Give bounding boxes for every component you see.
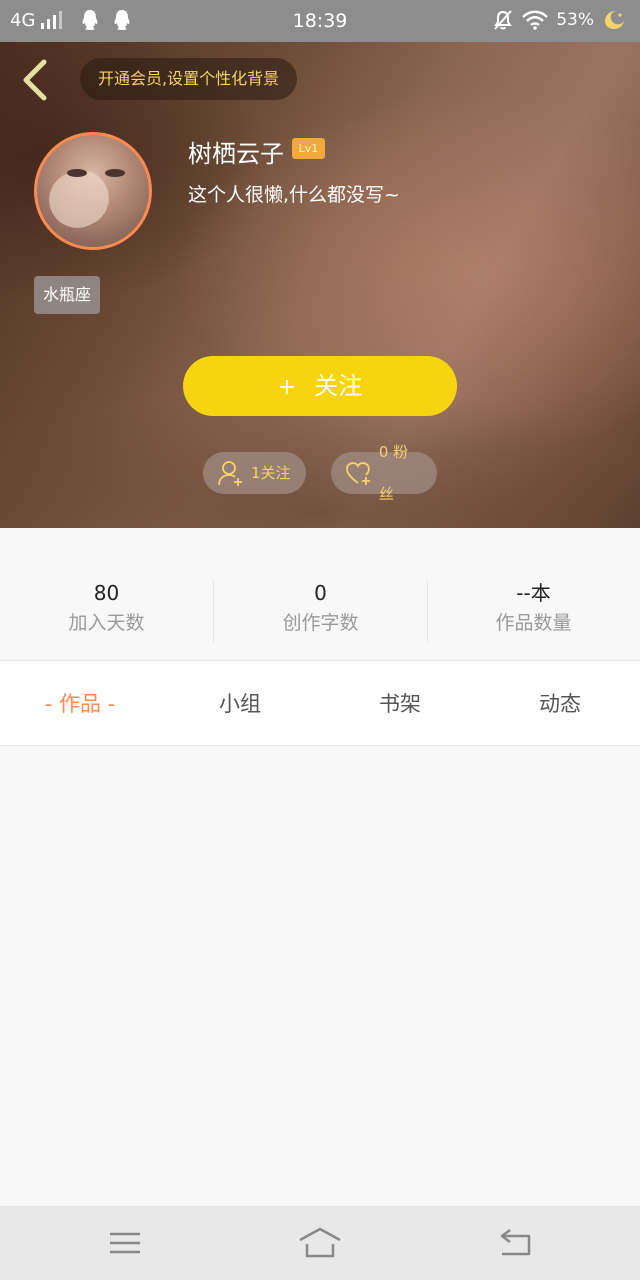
moon-icon bbox=[605, 11, 624, 29]
silent-bell-icon bbox=[494, 10, 513, 30]
bio-text: 这个人很懒,什么都没写~ bbox=[188, 184, 400, 206]
back-arrow-icon[interactable] bbox=[18, 58, 50, 102]
tab-content-area bbox=[0, 746, 640, 1206]
back-nav-icon[interactable] bbox=[496, 1226, 536, 1260]
avatar-eye bbox=[105, 169, 125, 177]
status-right: 53% bbox=[492, 9, 626, 31]
follow-label: 关注 bbox=[314, 372, 363, 400]
stat-label: 创作字数 bbox=[282, 612, 359, 634]
fans-button[interactable]: 0 粉丝 bbox=[331, 443, 437, 503]
username: 树栖云子 bbox=[188, 140, 284, 168]
status-bar: 4G 18:39 53% bbox=[0, 0, 640, 42]
stat-label: 加入天数 bbox=[68, 612, 145, 634]
following-button[interactable]: 1关注 bbox=[203, 452, 306, 494]
zodiac-tag: 水瓶座 bbox=[34, 276, 101, 314]
stat-value: 0 bbox=[314, 581, 327, 605]
stat-value: 80 bbox=[93, 581, 120, 605]
menu-icon[interactable] bbox=[105, 1226, 145, 1260]
wifi-icon bbox=[522, 10, 549, 30]
system-nav-bar bbox=[0, 1206, 640, 1280]
tab-groups[interactable]: 小组 bbox=[160, 661, 320, 747]
fans-count: 0 粉丝 bbox=[378, 443, 409, 503]
level-badge: Lv1 bbox=[292, 138, 325, 159]
battery-label: 53% bbox=[556, 10, 594, 30]
home-icon[interactable] bbox=[298, 1226, 342, 1260]
profile-tabs: - 作品 - 小组 书架 动态 bbox=[0, 660, 640, 746]
stat-works-count: --本 作品数量 bbox=[427, 580, 640, 635]
stats-row: 80 加入天数 0 创作字数 --本 作品数量 bbox=[0, 528, 640, 660]
user-add-icon bbox=[218, 461, 242, 486]
tab-activity[interactable]: 动态 bbox=[480, 661, 640, 747]
stat-value: --本 bbox=[516, 581, 551, 605]
stat-join-days: 80 加入天数 bbox=[0, 580, 213, 635]
stat-word-count: 0 创作字数 bbox=[214, 580, 427, 635]
avatar[interactable] bbox=[34, 132, 152, 250]
stat-label: 作品数量 bbox=[495, 612, 572, 634]
tab-works[interactable]: - 作品 - bbox=[0, 661, 160, 747]
tab-bookshelf[interactable]: 书架 bbox=[320, 661, 480, 747]
avatar-eye bbox=[67, 169, 87, 177]
profile-header: 开通会员,设置个性化背景 树栖云子 Lv1 这个人很懒,什么都没写~ 水瓶座 +… bbox=[0, 42, 640, 528]
plus-icon: + bbox=[277, 375, 297, 400]
vip-background-button[interactable]: 开通会员,设置个性化背景 bbox=[80, 58, 298, 100]
follow-button[interactable]: + 关注 bbox=[183, 356, 457, 416]
heart-add-icon bbox=[346, 462, 370, 485]
following-count: 1关注 bbox=[251, 464, 291, 482]
